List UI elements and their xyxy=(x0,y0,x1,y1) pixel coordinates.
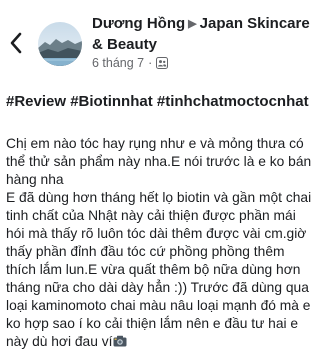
chevron-left-icon xyxy=(10,32,22,54)
hashtag-biotinnhat[interactable]: #Biotinnhat xyxy=(70,93,153,110)
hashtags: #Review #Biotinnhat #tinhchatmoctocnhat xyxy=(6,92,318,112)
post-paragraph: Chị em nào tóc hay rụng như e và mỏng th… xyxy=(6,136,312,187)
author-line: Dương Hồng ▶ Japan Skincare & Beauty xyxy=(92,14,314,54)
post-header: Dương Hồng ▶ Japan Skincare & Beauty 6 thá… xyxy=(92,14,314,71)
group-post: Dương Hồng ▶ Japan Skincare & Beauty 6 thá… xyxy=(0,0,320,349)
back-button[interactable] xyxy=(4,28,28,58)
hashtag-tinhchatmoctocnhat[interactable]: #tinhchatmoctocnhat xyxy=(157,93,309,110)
avatar[interactable] xyxy=(38,22,82,66)
group-members-icon[interactable] xyxy=(156,57,169,69)
post-paragraph-2: E đã dùng hơn tháng hết lọ biotin và gần… xyxy=(6,189,314,351)
avatar-image xyxy=(38,22,82,66)
post-paragraph-text: E đã dùng hơn tháng hết lọ biotin và gần… xyxy=(6,190,312,349)
author-name[interactable]: Dương Hồng xyxy=(92,15,185,32)
post-body: Chị em nào tóc hay rụng như e và mỏng th… xyxy=(6,135,314,351)
right-triangle-icon: ▶ xyxy=(188,18,197,30)
meta-separator: · xyxy=(148,56,153,70)
hashtag-review[interactable]: #Review xyxy=(6,93,66,110)
camera-emoji-icon xyxy=(113,335,127,347)
post-meta: 6 tháng 7 · xyxy=(92,55,314,71)
post-date[interactable]: 6 tháng 7 xyxy=(92,55,144,71)
